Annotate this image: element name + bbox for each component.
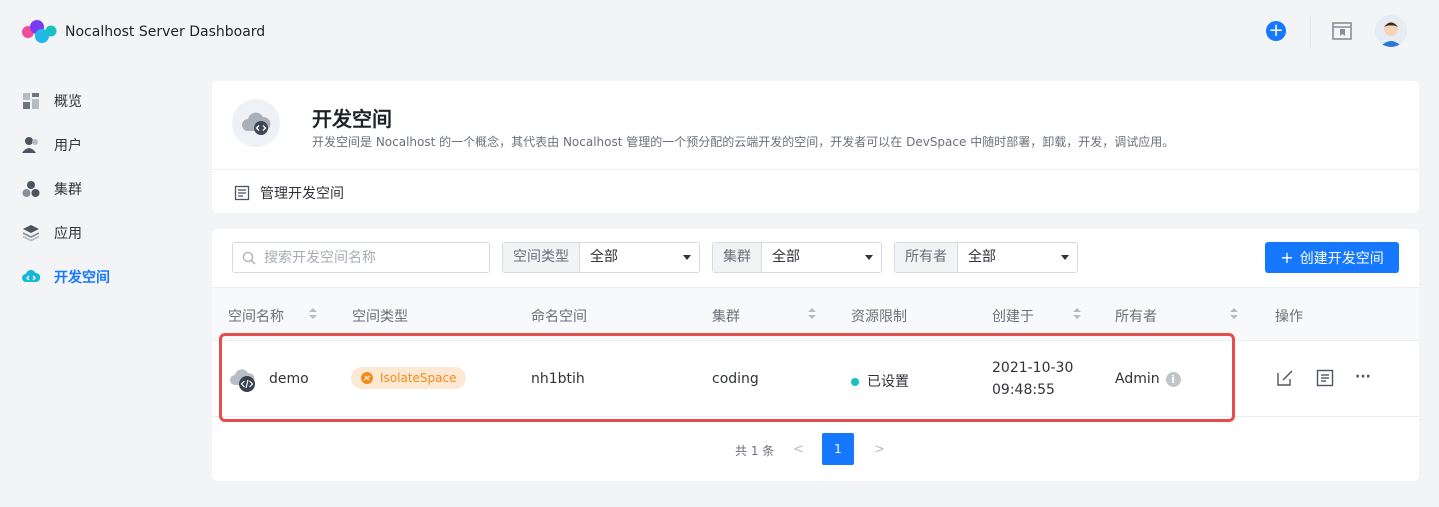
sidebar-item-devspace[interactable]: 开发空间 [22, 266, 110, 288]
devspace-logo [232, 99, 280, 147]
app-title: Nocalhost Server Dashboard [65, 24, 266, 40]
column-header-name[interactable]: 空间名称 [228, 306, 284, 326]
namespace-value: nh1btih [531, 371, 585, 387]
caret-down-icon [1061, 255, 1069, 260]
details-icon[interactable] [1315, 368, 1335, 388]
caret-down-icon [865, 255, 873, 260]
sort-icon[interactable] [1073, 308, 1081, 320]
sidebar-item-label: 开发空间 [54, 270, 110, 286]
space-type-filter[interactable]: 空间类型 全部 [502, 242, 700, 273]
column-header-namespace: 命名空间 [531, 309, 587, 325]
sidebar-item-label: 集群 [54, 182, 82, 198]
filter-value-text: 全部 [590, 249, 618, 265]
sidebar-item-label: 应用 [54, 226, 82, 242]
table-row: demo IsolateSpace nh1btih coding 已设置 202… [212, 341, 1419, 417]
application-icon [22, 225, 40, 242]
devspace-name[interactable]: demo [269, 371, 309, 387]
table-header: 空间名称 空间类型 命名空间 集群 资源限制 创建于 所有者 操作 [212, 287, 1419, 341]
filter-value[interactable]: 全部 [958, 243, 1077, 272]
user-avatar[interactable] [1375, 15, 1407, 47]
column-header-type: 空间类型 [352, 309, 408, 325]
cluster-filter[interactable]: 集群 全部 [712, 242, 882, 273]
prev-page-icon[interactable]: < [793, 442, 804, 457]
create-button-label: 创建开发空间 [1299, 250, 1384, 267]
sidebar-item-applications[interactable]: 应用 [22, 222, 82, 244]
resource-limit-text: 已设置 [867, 374, 909, 390]
page-header-card: 开发空间 开发空间是 Nocalhost 的一个概念，其代表由 Nocalhos… [212, 81, 1419, 213]
top-header: Nocalhost Server Dashboard + [0, 0, 1439, 64]
search-icon [242, 251, 256, 264]
devspace-row-icon [230, 369, 255, 392]
filter-label: 空间类型 [503, 243, 580, 272]
dashboard-icon[interactable] [1331, 20, 1353, 42]
info-icon[interactable]: i [1165, 371, 1181, 387]
manage-link-label: 管理开发空间 [260, 186, 344, 202]
search-input[interactable] [264, 249, 484, 266]
nocalhost-logo[interactable] [20, 18, 58, 46]
devspace-list-card: 空间类型 全部 集群 全部 所有者 全部 + 创建开发空间 空间名称 空间类型 … [212, 229, 1419, 481]
caret-down-icon [683, 255, 691, 260]
pagination-total: 共 1 条 [735, 444, 775, 458]
add-icon[interactable]: + [1266, 21, 1286, 41]
filter-value-text: 全部 [968, 249, 996, 265]
status-dot [851, 378, 859, 386]
sidebar-item-users[interactable]: 用户 [22, 134, 82, 156]
cloud-code-icon [242, 112, 271, 135]
page-button-current[interactable]: 1 [822, 433, 854, 465]
cluster-value: coding [712, 371, 759, 387]
edit-icon[interactable] [1275, 368, 1295, 388]
page-title: 开发空间 [312, 107, 392, 131]
owner-filter[interactable]: 所有者 全部 [894, 242, 1078, 273]
owner-name: Admin [1115, 371, 1160, 387]
created-date: 2021-10-30 [992, 360, 1074, 376]
resource-limit-status: 已设置 [851, 371, 909, 391]
filter-label: 所有者 [895, 243, 958, 272]
filter-label: 集群 [713, 243, 762, 272]
page-description: 开发空间是 Nocalhost 的一个概念，其代表由 Nocalhost 管理的… [312, 135, 1175, 149]
column-header-resource-limit: 资源限制 [851, 309, 907, 325]
space-type-tag: IsolateSpace [351, 367, 467, 389]
column-header-owner[interactable]: 所有者 [1115, 306, 1157, 326]
column-header-actions: 操作 [1275, 309, 1303, 325]
owner-value: Admin i [1115, 371, 1181, 387]
next-page-icon[interactable]: > [874, 442, 885, 457]
space-type-label: IsolateSpace [380, 371, 457, 385]
filter-value-text: 全部 [772, 249, 800, 265]
sort-icon[interactable] [1230, 308, 1238, 320]
cluster-icon [22, 181, 40, 197]
devspace-icon [22, 269, 40, 282]
user-icon [22, 137, 38, 153]
sort-icon[interactable] [309, 308, 317, 320]
search-box [232, 242, 490, 273]
sidebar-item-overview[interactable]: 概览 [22, 90, 82, 112]
more-actions-icon[interactable]: ··· [1355, 369, 1371, 385]
column-header-created[interactable]: 创建于 [992, 306, 1034, 326]
create-devspace-button[interactable]: + 创建开发空间 [1265, 242, 1399, 273]
sidebar-item-label: 用户 [54, 138, 82, 154]
plus-icon: + [1280, 247, 1294, 267]
divider [212, 169, 1419, 170]
manage-devspace-link[interactable]: 管理开发空间 [234, 183, 344, 203]
filter-value[interactable]: 全部 [762, 243, 881, 272]
isolate-space-icon [361, 372, 373, 384]
created-time: 09:48:55 [992, 382, 1055, 398]
header-divider [1310, 16, 1311, 48]
overview-icon [23, 93, 39, 109]
pagination: 共 1 条 < 1 > [212, 433, 1419, 465]
document-icon [234, 185, 250, 201]
filter-value[interactable]: 全部 [580, 243, 699, 272]
sort-icon[interactable] [808, 308, 816, 320]
sidebar-item-label: 概览 [54, 94, 82, 110]
column-header-cluster[interactable]: 集群 [712, 306, 740, 326]
sidebar-item-clusters[interactable]: 集群 [22, 178, 82, 200]
